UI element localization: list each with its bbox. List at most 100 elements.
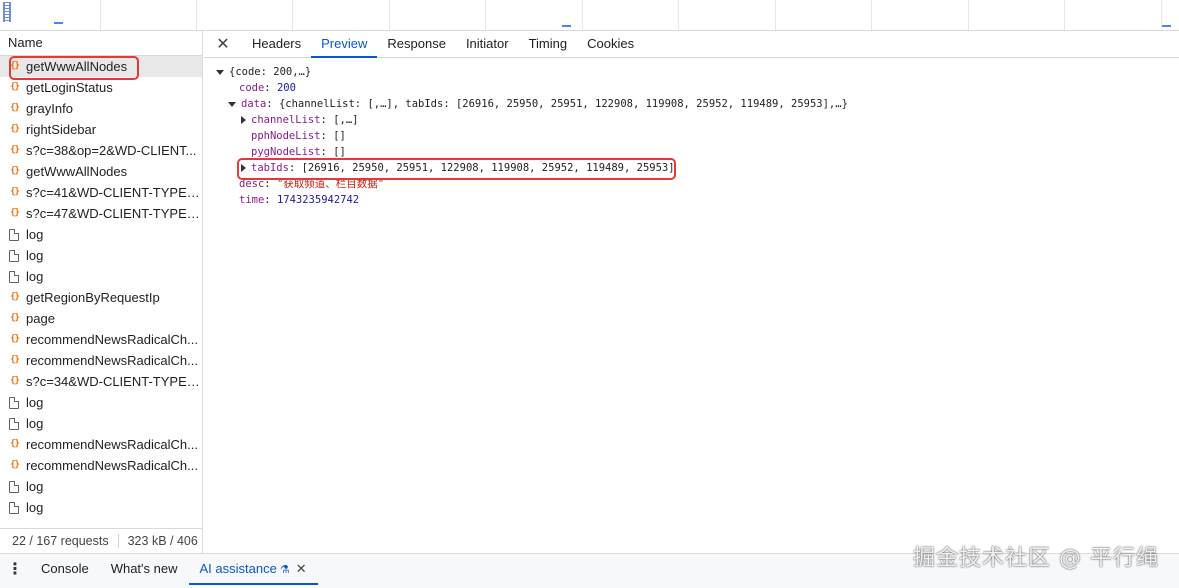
- request-name: log: [26, 500, 44, 515]
- request-row[interactable]: log: [0, 497, 202, 518]
- json-file-icon: {}: [10, 103, 20, 113]
- request-row[interactable]: log: [0, 476, 202, 497]
- collapsed-arrow-icon[interactable]: [241, 164, 246, 172]
- request-row[interactable]: {} getWwwAllNodes: [0, 56, 202, 77]
- drawer-tab-ai-assistance[interactable]: AI assistance ⚗ ✕: [188, 554, 318, 585]
- close-tab-icon[interactable]: ✕: [296, 561, 307, 576]
- request-row[interactable]: {} grayInfo: [0, 98, 202, 119]
- detail-tabs: Headers Preview Response Initiator Timing Coo…: [242, 31, 644, 58]
- tree-pygNodeList[interactable]: pygNodeList: []: [251, 144, 346, 160]
- request-count: 22 / 167 requests: [12, 534, 109, 548]
- collapsed-arrow-icon[interactable]: [241, 116, 246, 124]
- tab-preview[interactable]: Preview: [311, 31, 378, 58]
- document-icon: [9, 480, 19, 493]
- key-tabIds: tabIds: [251, 162, 289, 174]
- tree-channelList[interactable]: channelList: [,…]: [240, 112, 359, 128]
- key-channelList: channelList: [251, 114, 321, 126]
- timeline-gridline: [389, 0, 390, 30]
- request-row[interactable]: {} s?c=34&WD-CLIENT-TYPE=...: [0, 371, 202, 392]
- json-file-icon: {}: [10, 439, 20, 449]
- key-data: data: [241, 98, 267, 110]
- json-file-icon: {}: [10, 313, 20, 323]
- tree-tabIds[interactable]: tabIds: [26916, 25950, 25951, 122908, 11…: [240, 160, 675, 176]
- json-file-icon: {}: [10, 82, 20, 92]
- request-row[interactable]: log: [0, 266, 202, 287]
- value-pphNodeList: []: [333, 130, 346, 142]
- timeline-gridline: [1064, 0, 1065, 30]
- value-time: 1743235942742: [276, 194, 360, 206]
- timeline-gridline: [678, 0, 679, 30]
- expand-arrow-icon[interactable]: [228, 101, 236, 107]
- request-row[interactable]: {} getWwwAllNodes: [0, 161, 202, 182]
- request-row[interactable]: {} recommendNewsRadicalCh...: [0, 350, 202, 371]
- request-name: recommendNewsRadicalCh...: [26, 458, 198, 473]
- key-desc: desc: [239, 178, 265, 190]
- request-name: log: [26, 269, 44, 284]
- request-name: log: [26, 395, 44, 410]
- timeline-gridline: [871, 0, 872, 30]
- request-name: getLoginStatus: [26, 80, 113, 95]
- tab-headers[interactable]: Headers: [242, 31, 311, 57]
- drawer-tabs: Console What's new AI assistance ⚗ ✕: [30, 554, 318, 585]
- request-row[interactable]: {} recommendNewsRadicalCh...: [0, 455, 202, 476]
- value-channelList: [,…]: [333, 114, 359, 126]
- close-icon[interactable]: ✕: [204, 31, 242, 57]
- timeline-gridline: [292, 0, 293, 30]
- request-row[interactable]: log: [0, 245, 202, 266]
- request-row[interactable]: log: [0, 413, 202, 434]
- drawer-tab-console[interactable]: Console: [30, 554, 100, 585]
- request-row[interactable]: {} page: [0, 308, 202, 329]
- request-row[interactable]: {} recommendNewsRadicalCh...: [0, 329, 202, 350]
- network-overview-timeline[interactable]: [0, 0, 1179, 31]
- tab-response[interactable]: Response: [377, 31, 456, 57]
- drawer-tab-label: AI assistance: [199, 561, 277, 576]
- request-row[interactable]: {} s?c=41&WD-CLIENT-TYPE=...: [0, 182, 202, 203]
- json-file-icon: {}: [10, 166, 20, 176]
- request-row[interactable]: {} rightSidebar: [0, 119, 202, 140]
- document-icon: [9, 396, 19, 409]
- json-file-icon: {}: [10, 376, 20, 386]
- tree-root[interactable]: {code: 200,…}: [216, 64, 311, 80]
- request-name: recommendNewsRadicalCh...: [26, 437, 198, 452]
- timeline-gridline: [196, 0, 197, 30]
- timeline-request-bar: [1162, 25, 1171, 27]
- json-file-icon: {}: [10, 460, 20, 470]
- request-row[interactable]: log: [0, 224, 202, 245]
- request-row[interactable]: {} getLoginStatus: [0, 77, 202, 98]
- request-detail-pane: ✕ Headers Preview Response Initiator Timing C…: [204, 31, 1179, 553]
- tab-cookies[interactable]: Cookies: [577, 31, 644, 57]
- tab-timing[interactable]: Timing: [519, 31, 578, 57]
- drawer-tab-label: What's new: [110, 561, 178, 576]
- request-row[interactable]: log: [0, 392, 202, 413]
- name-column-header[interactable]: Name: [0, 31, 202, 56]
- kebab-menu-icon[interactable]: ⋮: [0, 554, 30, 584]
- timeline-gridline: [100, 0, 101, 30]
- tree-data[interactable]: data: {channelList: [,…], tabIds: [26916…: [228, 96, 848, 112]
- request-row[interactable]: {} s?c=47&WD-CLIENT-TYPE=...: [0, 203, 202, 224]
- document-icon: [9, 228, 19, 241]
- request-name: log: [26, 227, 44, 242]
- json-file-icon: {}: [10, 61, 20, 71]
- value-code: 200: [276, 82, 296, 94]
- tab-initiator[interactable]: Initiator: [456, 31, 519, 57]
- tree-time[interactable]: time: 1743235942742: [239, 192, 359, 208]
- drawer-tab-what-s-new[interactable]: What's new: [100, 554, 189, 585]
- timeline-gridline: [582, 0, 583, 30]
- request-name: s?c=38&op=2&WD-CLIENT...: [26, 143, 197, 158]
- tree-pphNodeList[interactable]: pphNodeList: []: [251, 128, 346, 144]
- request-row[interactable]: {} getRegionByRequestIp: [0, 287, 202, 308]
- json-file-icon: {}: [10, 208, 20, 218]
- request-name: getRegionByRequestIp: [26, 290, 160, 305]
- request-row[interactable]: {} recommendNewsRadicalCh...: [0, 434, 202, 455]
- timeline-drag-handle[interactable]: [3, 2, 11, 22]
- request-name: rightSidebar: [26, 122, 97, 137]
- expand-arrow-icon[interactable]: [216, 69, 224, 75]
- root-summary: {code: 200,…}: [229, 66, 312, 78]
- document-icon: [9, 270, 19, 283]
- request-name: log: [26, 479, 44, 494]
- tree-code[interactable]: code: 200: [239, 80, 296, 96]
- request-list-panel: Name {} getWwwAllNodes {} getLoginStatus {} g…: [0, 31, 203, 553]
- tree-desc[interactable]: desc: "获取频道、栏目数据": [239, 176, 384, 192]
- key-code: code: [239, 82, 265, 94]
- request-row[interactable]: {} s?c=38&op=2&WD-CLIENT...: [0, 140, 202, 161]
